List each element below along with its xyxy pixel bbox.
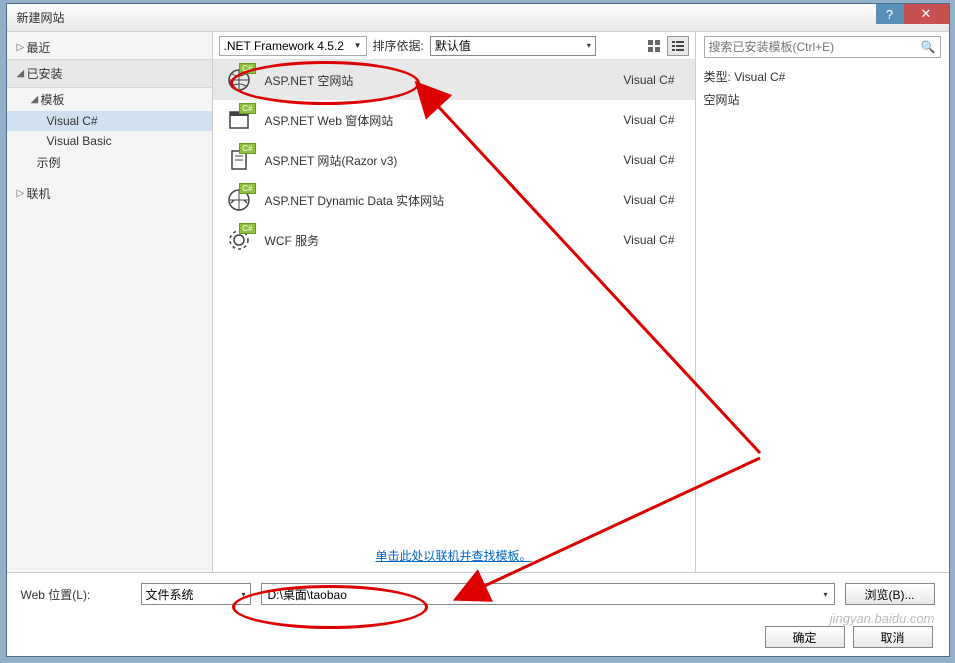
path-input[interactable]: D:\桌面\taobao ▾: [261, 583, 835, 605]
template-lang: Visual C#: [623, 233, 682, 247]
chevron-down-icon: ◢: [31, 94, 41, 105]
chevron-down-icon: ◢: [17, 68, 27, 79]
ok-button[interactable]: 确定: [765, 626, 845, 648]
tree-label: Visual C#: [47, 114, 98, 128]
template-aspnet-razor[interactable]: C# ASP.NET 网站(Razor v3) Visual C#: [213, 140, 695, 180]
globe-icon: C#: [225, 66, 253, 94]
csharp-badge: C#: [239, 143, 255, 154]
cancel-button[interactable]: 取消: [853, 626, 933, 648]
search-input[interactable]: [709, 40, 921, 54]
search-online-link[interactable]: 单击此处以联机并查找模板。: [213, 539, 695, 572]
type-info: 类型: Visual C#: [704, 68, 941, 85]
template-aspnet-empty[interactable]: C# ASP.NET 空网站 Visual C#: [213, 60, 695, 100]
csharp-badge: C#: [239, 103, 255, 114]
titlebar: 新建网站 ? ✕: [7, 4, 949, 32]
tree-label: Visual Basic: [47, 134, 112, 148]
tree-templates[interactable]: ◢ 模板: [7, 88, 212, 111]
type-value: Visual C#: [734, 70, 785, 84]
csharp-badge: C#: [239, 183, 255, 194]
template-lang: Visual C#: [623, 113, 682, 127]
template-name: ASP.NET 空网站: [265, 72, 624, 89]
tree-label: 最近: [27, 39, 51, 56]
sort-value: 默认值: [435, 37, 471, 54]
template-aspnet-dynamic[interactable]: C# ASP.NET Dynamic Data 实体网站 Visual C#: [213, 180, 695, 220]
template-list: C# ASP.NET 空网站 Visual C# C# ASP.NET Web …: [213, 60, 695, 539]
chevron-right-icon: ▷: [17, 42, 27, 53]
tree-sample[interactable]: 示例: [7, 151, 212, 174]
web-location-label: Web 位置(L):: [21, 586, 131, 603]
template-name: WCF 服务: [265, 232, 624, 249]
framework-dropdown[interactable]: .NET Framework 4.5.2 ▼: [219, 36, 367, 56]
details-panel: 🔍 类型: Visual C# 空网站: [696, 32, 949, 572]
tree-label: 联机: [27, 185, 51, 202]
location-type-value: 文件系统: [146, 586, 194, 603]
close-button[interactable]: ✕: [904, 4, 949, 24]
tree-label: 模板: [41, 91, 65, 108]
document-icon: C#: [225, 146, 253, 174]
search-box[interactable]: 🔍: [704, 36, 941, 58]
template-lang: Visual C#: [623, 73, 682, 87]
template-name: ASP.NET Dynamic Data 实体网站: [265, 192, 624, 209]
type-label: 类型:: [704, 70, 731, 84]
globe-data-icon: C#: [225, 186, 253, 214]
chevron-down-icon: ▾: [823, 590, 827, 599]
grid-icon: [647, 39, 661, 53]
view-list-button[interactable]: [667, 36, 689, 56]
tree-online[interactable]: ▷ 联机: [7, 182, 212, 205]
location-bar: Web 位置(L): 文件系统 ▾ D:\桌面\taobao ▾ 浏览(B)..…: [7, 572, 949, 615]
sort-dropdown[interactable]: 默认值 ▾: [430, 36, 596, 56]
tree-label: 示例: [37, 154, 61, 171]
chevron-right-icon: ▷: [17, 188, 27, 199]
browse-button[interactable]: 浏览(B)...: [845, 583, 935, 605]
help-button[interactable]: ?: [876, 4, 904, 24]
tree-installed[interactable]: ◢ 已安装: [7, 59, 212, 88]
tree-recent[interactable]: ▷ 最近: [7, 36, 212, 59]
gear-icon: C#: [225, 226, 253, 254]
watermark: jingyan.baidu.com: [830, 611, 935, 626]
framework-value: .NET Framework 4.5.2: [224, 39, 344, 53]
location-type-dropdown[interactable]: 文件系统 ▾: [141, 583, 251, 605]
category-tree: ▷ 最近 ◢ 已安装 ◢ 模板 Visual C# Visual Basic 示…: [7, 32, 213, 572]
chevron-down-icon: ▼: [354, 41, 362, 50]
description: 空网站: [704, 91, 941, 108]
tree-visual-basic[interactable]: Visual Basic: [7, 131, 212, 151]
tree-label: 已安装: [27, 65, 63, 82]
search-icon: 🔍: [921, 40, 936, 54]
template-aspnet-webforms[interactable]: C# ASP.NET Web 窗体网站 Visual C#: [213, 100, 695, 140]
view-grid-button[interactable]: [643, 36, 665, 56]
window-title: 新建网站: [17, 9, 65, 26]
template-name: ASP.NET 网站(Razor v3): [265, 152, 624, 169]
chevron-down-icon: ▾: [241, 590, 245, 599]
chevron-down-icon: ▾: [587, 41, 591, 50]
list-icon: [671, 39, 685, 53]
csharp-badge: C#: [239, 63, 255, 74]
template-wcf[interactable]: C# WCF 服务 Visual C#: [213, 220, 695, 260]
tree-visual-csharp[interactable]: Visual C#: [7, 111, 212, 131]
filter-bar: .NET Framework 4.5.2 ▼ 排序依据: 默认值 ▾: [213, 32, 695, 60]
sort-label: 排序依据:: [373, 37, 424, 54]
template-name: ASP.NET Web 窗体网站: [265, 112, 624, 129]
path-value: D:\桌面\taobao: [268, 586, 347, 603]
csharp-badge: C#: [239, 223, 255, 234]
window-icon: C#: [225, 106, 253, 134]
template-lang: Visual C#: [623, 153, 682, 167]
template-lang: Visual C#: [623, 193, 682, 207]
